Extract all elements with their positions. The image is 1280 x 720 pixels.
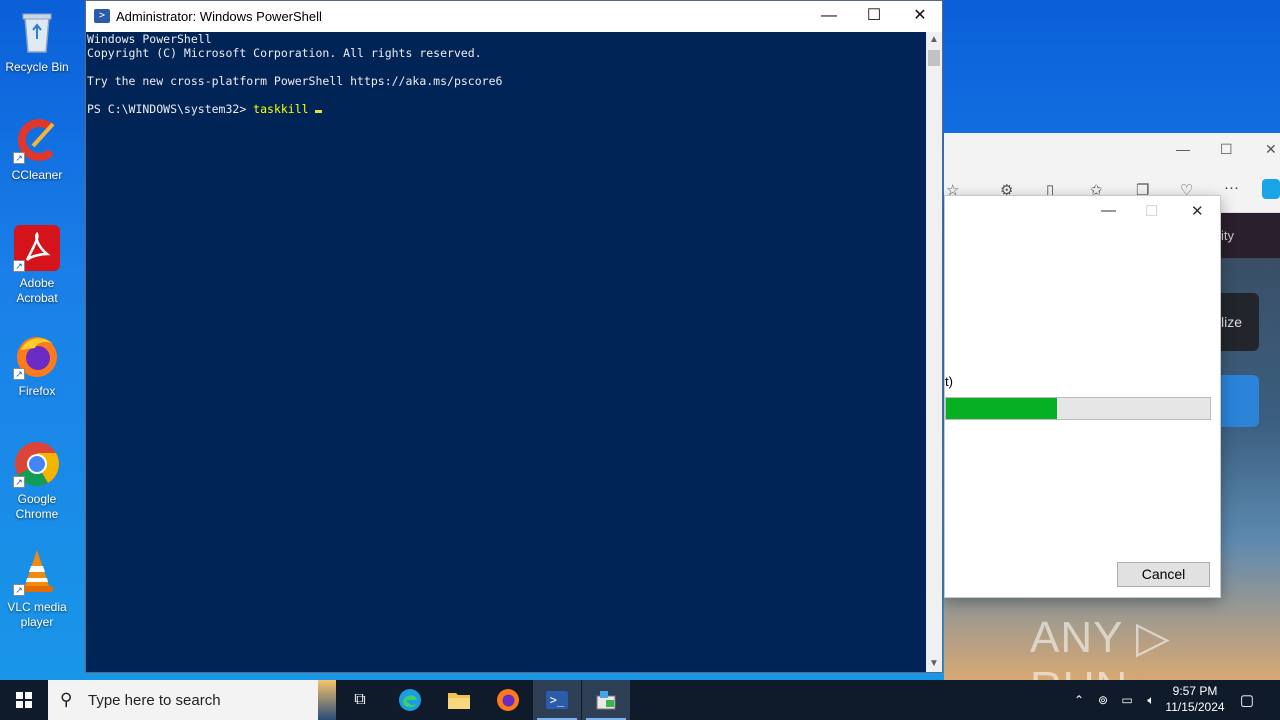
console-line: Try the new cross-platform PowerShell ht… <box>87 74 503 88</box>
ccleaner-icon: ↗ <box>13 116 61 164</box>
search-box[interactable]: ⚲ Type here to search <box>48 680 336 720</box>
desktop-icon-label: Firefox <box>18 384 56 398</box>
taskbar-installer[interactable] <box>582 680 630 720</box>
shortcut-arrow-icon: ↗ <box>13 368 25 380</box>
close-icon[interactable]: ✕ <box>1191 202 1204 220</box>
adobe-acrobat-icon: ↗ <box>13 224 61 272</box>
powershell-icon: > <box>94 9 110 23</box>
show-hidden-icons-chevron-icon[interactable]: ⌃ <box>1070 680 1088 720</box>
installer-icon <box>596 691 616 710</box>
recycle-bin-icon <box>13 8 61 56</box>
partial-button[interactable]: lize <box>1221 293 1259 351</box>
desktop-icon-label: Adobe Acrobat <box>16 276 58 305</box>
desktop-icon-firefox[interactable]: ↗ Firefox <box>0 332 74 399</box>
partial-tab[interactable]: ity <box>1221 213 1280 258</box>
minimize-icon[interactable]: — <box>1176 141 1190 157</box>
windows-logo-icon <box>16 692 32 708</box>
powershell-window: > Administrator: Windows PowerShell — ☐ … <box>85 0 943 673</box>
desktop: Recycle Bin ↗ CCleaner ↗ Adobe Acrobat ↗… <box>0 0 1280 712</box>
cancel-button[interactable]: Cancel <box>1117 562 1210 587</box>
prompt-text: PS C:\WINDOWS\system32> <box>87 102 254 116</box>
desktop-icon-label: VLC media player <box>7 600 67 629</box>
taskbar-edge[interactable] <box>386 680 434 720</box>
browser-titlebar: — ☐ ✕ <box>944 133 1280 167</box>
network-icon[interactable]: ▭ <box>1117 680 1137 720</box>
close-button[interactable]: ✕ <box>900 5 940 27</box>
task-view-button[interactable]: ⧉ <box>336 680 384 720</box>
shortcut-arrow-icon: ↗ <box>13 260 25 272</box>
close-icon[interactable]: ✕ <box>1265 141 1277 158</box>
console-line: Copyright (C) Microsoft Corporation. All… <box>87 46 482 60</box>
more-menu-icon[interactable]: ··· <box>1224 179 1239 196</box>
vertical-scrollbar[interactable]: ▲ ▼ <box>926 32 942 672</box>
taskbar-powershell[interactable]: >_ <box>533 680 581 720</box>
desktop-icon-label: Recycle Bin <box>5 60 69 74</box>
desktop-icon-google-chrome[interactable]: ↗ Google Chrome <box>0 440 74 522</box>
command-input[interactable]: taskkill <box>253 102 315 116</box>
scroll-up-icon[interactable]: ▲ <box>926 32 942 48</box>
edge-icon <box>399 689 421 711</box>
desktop-icon-label: CCleaner <box>11 168 63 182</box>
firefox-icon <box>497 689 519 711</box>
firefox-icon: ↗ <box>13 332 61 380</box>
chrome-icon: ↗ <box>13 440 61 488</box>
taskbar-file-explorer[interactable] <box>435 680 483 720</box>
shortcut-arrow-icon: ↗ <box>13 152 25 164</box>
volume-icon[interactable]: 🔈︎ <box>1141 680 1161 720</box>
scroll-thumb[interactable] <box>928 50 940 66</box>
vlc-cone-icon: ↗ <box>13 548 61 596</box>
taskbar-clock[interactable]: 9:57 PM 11/15/2024 <box>1160 683 1230 715</box>
progress-fill <box>946 398 1057 419</box>
desktop-icon-recycle-bin[interactable]: Recycle Bin <box>0 8 74 75</box>
text-cursor <box>315 110 323 113</box>
maximize-button[interactable]: ☐ <box>854 5 894 27</box>
desktop-icon-ccleaner[interactable]: ↗ CCleaner <box>0 116 74 183</box>
maximize-icon: ☐ <box>1145 203 1159 220</box>
notification-icon[interactable]: ▢ <box>1236 680 1258 720</box>
start-button[interactable] <box>0 680 48 720</box>
clock-time: 9:57 PM <box>1172 684 1218 698</box>
copilot-icon[interactable] <box>1262 179 1280 199</box>
console-line: Windows PowerShell <box>87 32 212 46</box>
taskbar: ⚲ Type here to search ⧉ >_ ⌃ ⊚ ▭ 🔈︎ 9:57… <box>0 680 1280 720</box>
desktop-icon-vlc[interactable]: ↗ VLC media player <box>0 548 74 630</box>
search-placeholder: Type here to search <box>88 692 221 709</box>
prompt-line: PS C:\WINDOWS\system32> taskkill <box>87 102 925 116</box>
maximize-icon[interactable]: ☐ <box>1220 141 1233 158</box>
taskbar-firefox[interactable] <box>484 680 532 720</box>
search-icon: ⚲ <box>60 690 73 709</box>
partial-blue-button[interactable] <box>1221 375 1259 427</box>
powershell-titlebar[interactable]: > Administrator: Windows PowerShell — ☐ … <box>86 1 942 32</box>
progress-label: t) <box>945 374 953 389</box>
minimize-icon[interactable]: — <box>1101 202 1116 219</box>
folder-icon <box>448 693 470 709</box>
search-highlight-image <box>318 680 336 720</box>
minimize-button[interactable]: — <box>809 5 849 27</box>
meet-now-icon[interactable]: ⊚ <box>1094 680 1112 720</box>
progress-bar <box>945 397 1211 420</box>
console-output[interactable]: Windows PowerShell Copyright (C) Microsof… <box>86 32 926 672</box>
shortcut-arrow-icon: ↗ <box>13 476 25 488</box>
clock-date: 11/15/2024 <box>1165 700 1225 714</box>
progress-dialog: — ☐ ✕ t) Cancel <box>944 195 1221 598</box>
desktop-icon-adobe-acrobat[interactable]: ↗ Adobe Acrobat <box>0 224 74 306</box>
desktop-icon-label: Google Chrome <box>15 492 59 521</box>
window-title: Administrator: Windows PowerShell <box>116 9 322 24</box>
shortcut-arrow-icon: ↗ <box>13 584 25 596</box>
scroll-down-icon[interactable]: ▼ <box>926 656 942 672</box>
task-view-icon: ⧉ <box>354 691 366 708</box>
powershell-icon: >_ <box>546 691 568 709</box>
